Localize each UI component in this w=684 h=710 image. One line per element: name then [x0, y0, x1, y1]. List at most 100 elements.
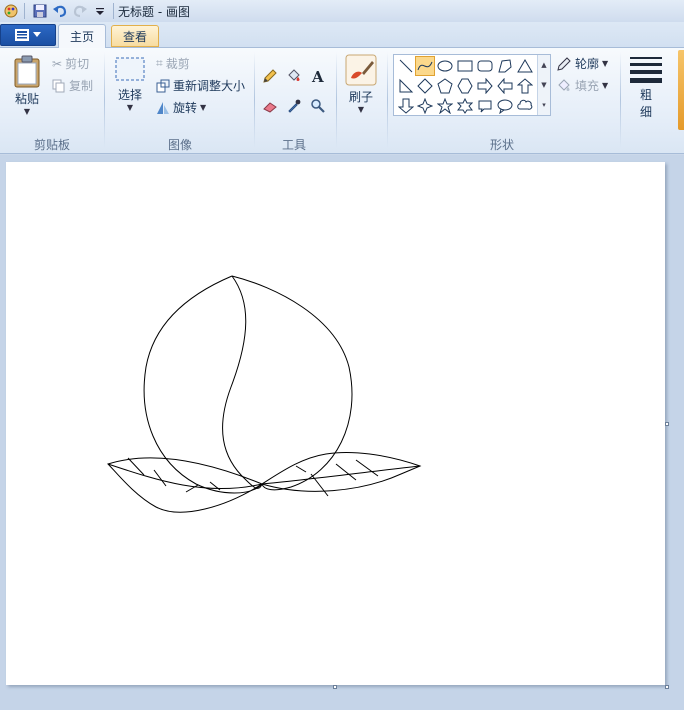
- left-leaf-rib: [127, 457, 145, 476]
- selection-rectangle-icon: [115, 57, 145, 81]
- brushes-label: 刷子: [348, 90, 373, 104]
- left-leaf-vein: [107, 463, 263, 490]
- right-leaf-vein: [261, 465, 421, 485]
- gallery-expand-icon[interactable]: ▾: [542, 101, 546, 109]
- brushes-button[interactable]: 刷子 ▼: [343, 54, 379, 115]
- outline-button[interactable]: 轮廓 ▼: [556, 55, 608, 72]
- shape-pentagon-icon[interactable]: [435, 76, 455, 96]
- drawing-canvas[interactable]: [6, 162, 665, 685]
- peach-crease: [222, 275, 263, 489]
- size-label-line2: 细: [639, 105, 652, 119]
- canvas-resize-handle-right[interactable]: [665, 422, 669, 426]
- crop-button[interactable]: ⌗ 裁剪: [156, 55, 190, 72]
- rotate-icon: [157, 101, 169, 114]
- fill-bucket-icon[interactable]: [283, 65, 305, 87]
- text-tool-icon[interactable]: A: [307, 65, 329, 87]
- tools-grid: A: [259, 65, 329, 119]
- shape-left-arrow-icon[interactable]: [495, 76, 515, 96]
- shape-triangle-icon[interactable]: [515, 56, 535, 76]
- redo-icon[interactable]: [71, 2, 89, 20]
- copy-icon: [52, 79, 65, 92]
- shape-down-arrow-icon[interactable]: [396, 96, 416, 116]
- color-picker-icon[interactable]: [283, 95, 305, 117]
- chevron-down-icon: ▼: [357, 105, 365, 114]
- color-1-swatch-edge[interactable]: [678, 50, 684, 130]
- peach-right-outline: [231, 275, 353, 491]
- cut-label: 剪切: [65, 57, 90, 71]
- tab-view[interactable]: 查看: [111, 25, 159, 47]
- shape-oval-icon[interactable]: [435, 56, 455, 76]
- crop-icon: ⌗: [156, 56, 163, 70]
- shapes-gallery: [393, 54, 551, 116]
- ribbon-home: 粘贴 ▼ ✂ 剪切 复制 剪贴板 选择 ▼ ⌗ 裁剪 重新调整大小 旋转 ▼ 图…: [0, 48, 684, 154]
- pencil-icon[interactable]: [259, 65, 281, 87]
- shape-rounded-rectangle-icon[interactable]: [475, 56, 495, 76]
- fill-button[interactable]: 填充 ▼: [556, 77, 608, 94]
- group-separator: [336, 52, 337, 148]
- outline-label: 轮廓: [575, 57, 600, 71]
- paste-button[interactable]: 粘贴 ▼: [8, 54, 46, 117]
- clipboard-icon: [14, 55, 40, 88]
- size-button[interactable]: 粗 细: [626, 54, 666, 120]
- fill-bucket-icon: [558, 78, 570, 91]
- select-button[interactable]: 选择 ▼: [112, 56, 148, 113]
- shape-cloud-callout-icon[interactable]: [515, 96, 535, 116]
- shape-hexagon-icon[interactable]: [455, 76, 475, 96]
- shapes-gallery-scrollbar[interactable]: ▲ ▼ ▾: [537, 55, 550, 115]
- shape-diamond-icon[interactable]: [415, 76, 435, 96]
- eraser-icon[interactable]: [259, 95, 281, 117]
- title-separator: [24, 3, 25, 19]
- outline-pen-icon: [557, 56, 571, 71]
- chevron-down-icon: ▼: [602, 58, 609, 68]
- right-leaf-rib: [295, 465, 307, 473]
- right-leaf: [260, 452, 422, 492]
- shape-up-arrow-icon[interactable]: [515, 76, 535, 96]
- rotate-button[interactable]: 旋转 ▼: [156, 99, 206, 116]
- rotate-label: 旋转: [173, 101, 198, 115]
- shape-line-icon[interactable]: [396, 56, 416, 76]
- ribbon-tab-row: 主页 查看: [0, 22, 684, 48]
- customize-toolbar-icon[interactable]: [91, 2, 109, 20]
- canvas-resize-handle-corner[interactable]: [665, 685, 669, 689]
- line-width-icon: [630, 57, 662, 83]
- tab-home[interactable]: 主页: [58, 24, 106, 48]
- copy-button[interactable]: 复制: [52, 77, 93, 94]
- save-icon[interactable]: [31, 2, 49, 20]
- undo-icon[interactable]: [51, 2, 69, 20]
- shape-rounded-callout-icon[interactable]: [475, 96, 495, 116]
- scissors-icon: ✂: [52, 56, 63, 71]
- group-separator: [387, 52, 388, 148]
- paste-label: 粘贴: [14, 92, 39, 106]
- magnifier-icon[interactable]: [307, 95, 329, 117]
- scroll-down-icon[interactable]: ▼: [541, 81, 546, 89]
- shape-five-point-star-icon[interactable]: [435, 96, 455, 116]
- resize-label: 重新调整大小: [173, 79, 246, 93]
- shape-right-arrow-icon[interactable]: [475, 76, 495, 96]
- shape-curve-icon[interactable]: [415, 56, 435, 76]
- chevron-down-icon: ▼: [23, 107, 31, 116]
- paint-app-icon[interactable]: [2, 2, 20, 20]
- shape-rectangle-icon[interactable]: [455, 56, 475, 76]
- window-title: 无标题 - 画图: [118, 4, 190, 19]
- shape-six-point-star-icon[interactable]: [455, 96, 475, 116]
- app-menu-icon: [15, 29, 29, 41]
- group-separator: [104, 52, 105, 148]
- fill-label: 填充: [575, 79, 600, 93]
- app-menu-button[interactable]: [0, 24, 56, 46]
- resize-button[interactable]: 重新调整大小: [156, 77, 245, 94]
- title-separator: [113, 3, 114, 19]
- left-leaf-rib: [153, 469, 167, 487]
- tools-group-label: 工具: [281, 138, 306, 152]
- chevron-down-icon: ▼: [602, 80, 609, 90]
- brush-icon: [345, 54, 377, 86]
- cut-button[interactable]: ✂ 剪切: [52, 55, 89, 72]
- copy-label: 复制: [69, 79, 94, 93]
- shape-oval-callout-icon[interactable]: [495, 96, 515, 116]
- shape-polygon-icon[interactable]: [495, 56, 515, 76]
- scroll-up-icon[interactable]: ▲: [541, 61, 546, 69]
- canvas-resize-handle-bottom[interactable]: [333, 685, 337, 689]
- shape-right-triangle-icon[interactable]: [396, 76, 416, 96]
- shape-four-point-star-icon[interactable]: [415, 96, 435, 116]
- peach-drawing: [107, 275, 422, 513]
- shapes-group-label: 形状: [489, 138, 514, 152]
